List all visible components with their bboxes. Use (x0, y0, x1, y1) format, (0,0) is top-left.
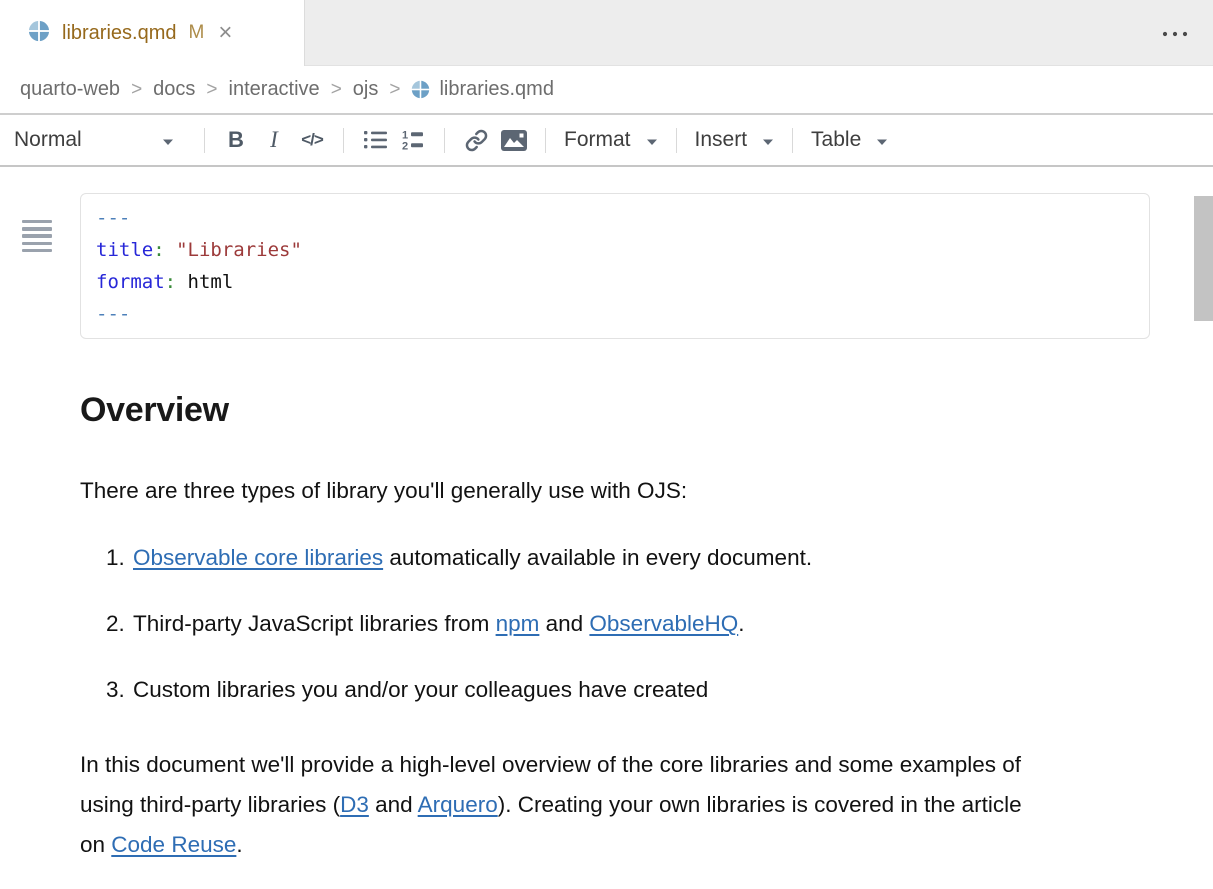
insert-menu[interactable]: Insert (689, 128, 781, 152)
yaml-token-colon: : (165, 271, 176, 293)
formatting-toolbar: Normal B I </> 1 2 (0, 115, 1213, 167)
bullet-list-button[interactable] (356, 121, 394, 159)
toolbar-divider (792, 128, 793, 153)
yaml-token-plain: html (188, 271, 234, 293)
block-drag-handle-icon[interactable] (22, 220, 52, 256)
chevron-down-icon (162, 128, 174, 152)
breadcrumb-file-label: libraries.qmd (439, 78, 553, 101)
list-item: Observable core libraries automatically … (131, 543, 1150, 573)
yaml-token-key: format (96, 271, 165, 293)
yaml-token-key: title (96, 239, 153, 261)
visual-editor-canvas[interactable]: ---title: "Libraries"format: html--- Ove… (0, 193, 1213, 889)
toolbar-divider (204, 128, 205, 153)
text-run: automatically available in every documen… (383, 545, 812, 570)
yaml-front-matter-block[interactable]: ---title: "Libraries"format: html--- (80, 193, 1150, 339)
breadcrumb-item-file[interactable]: libraries.qmd (411, 78, 553, 101)
text-run: Third-party JavaScript libraries from (133, 611, 496, 636)
toolbar-divider (444, 128, 445, 153)
close-icon[interactable]: × (218, 21, 232, 45)
breadcrumb-separator-icon: > (131, 79, 142, 100)
doc-link[interactable]: npm (496, 611, 540, 636)
editor-tab-bar: libraries.qmd M × (0, 0, 1213, 66)
svg-text:2: 2 (402, 141, 408, 152)
text-run: and (539, 611, 589, 636)
breadcrumb-item[interactable]: docs (153, 78, 195, 100)
yaml-token-plain (176, 271, 187, 293)
format-menu[interactable]: Format (558, 128, 664, 152)
insert-menu-label: Insert (695, 128, 748, 152)
closing-paragraph: In this document we'll provide a high-le… (80, 745, 1032, 865)
toolbar-divider (676, 128, 677, 153)
breadcrumb-item[interactable]: interactive (229, 78, 320, 100)
inline-code-button[interactable]: </> (293, 121, 331, 159)
numbered-list-button[interactable]: 1 2 (394, 121, 432, 159)
breadcrumb-item[interactable]: quarto-web (20, 78, 120, 100)
italic-button[interactable]: I (255, 121, 293, 159)
image-button[interactable] (495, 121, 533, 159)
paragraph-style-select[interactable]: Normal (14, 128, 192, 152)
image-icon (501, 130, 527, 151)
table-menu[interactable]: Table (805, 128, 894, 152)
yaml-code-line: --- (96, 298, 1134, 330)
more-actions-icon[interactable] (1159, 24, 1191, 44)
intro-paragraph: There are three types of library you'll … (80, 476, 1090, 506)
yaml-token-colon: : (153, 239, 164, 261)
doc-link[interactable]: Arquero (418, 792, 498, 817)
doc-link[interactable]: ObservableHQ (589, 611, 738, 636)
list-item: Custom libraries you and/or your colleag… (131, 675, 1150, 705)
yaml-token-fence: --- (96, 207, 130, 229)
numbered-list: Observable core libraries automatically … (80, 543, 1150, 705)
bullet-list-icon (363, 129, 388, 151)
link-button[interactable] (457, 121, 495, 159)
yaml-code-line: title: "Libraries" (96, 234, 1134, 266)
modified-badge: M (188, 22, 204, 44)
chevron-down-icon (876, 128, 888, 152)
toolbar-divider (343, 128, 344, 153)
breadcrumb: quarto-web > docs > interactive > ojs > librari… (0, 66, 1213, 115)
paragraph-style-value: Normal (14, 128, 82, 152)
bold-button[interactable]: B (217, 121, 255, 159)
doc-link[interactable]: Code Reuse (111, 832, 236, 857)
text-run: . (738, 611, 744, 636)
text-run: and (369, 792, 418, 817)
vertical-scrollbar[interactable] (1194, 196, 1213, 321)
link-icon (465, 129, 488, 152)
breadcrumb-separator-icon: > (389, 79, 400, 100)
list-item: Third-party JavaScript libraries from np… (131, 609, 1150, 639)
chevron-down-icon (762, 128, 774, 152)
yaml-code-line: --- (96, 202, 1134, 234)
chevron-down-icon (646, 128, 658, 152)
numbered-list-icon: 1 2 (401, 129, 426, 151)
toolbar-divider (545, 128, 546, 153)
tab-libraries-qmd[interactable]: libraries.qmd M × (0, 0, 305, 66)
yaml-code-line: format: html (96, 266, 1134, 298)
text-run: Custom libraries you and/or your colleag… (133, 677, 708, 702)
doc-link[interactable]: Observable core libraries (133, 545, 383, 570)
yaml-token-string: "Libraries" (176, 239, 302, 261)
breadcrumb-separator-icon: > (331, 79, 342, 100)
text-run: . (236, 832, 242, 857)
quarto-logo-icon (28, 20, 50, 47)
breadcrumb-item[interactable]: ojs (353, 78, 379, 100)
yaml-token-fence: --- (96, 303, 130, 325)
section-heading: Overview (80, 391, 1213, 430)
quarto-logo-icon (411, 80, 430, 99)
format-menu-label: Format (564, 128, 631, 152)
yaml-token-plain (165, 239, 176, 261)
tab-title: libraries.qmd (62, 22, 176, 45)
table-menu-label: Table (811, 128, 861, 152)
breadcrumb-separator-icon: > (206, 79, 217, 100)
doc-link[interactable]: D3 (340, 792, 369, 817)
